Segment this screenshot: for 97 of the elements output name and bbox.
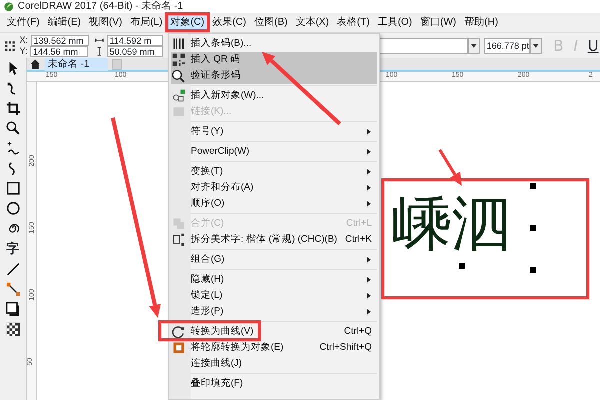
- coordinate-field[interactable]: 139.562 mm: [30, 34, 89, 46]
- zoom-icon[interactable]: [6, 121, 20, 136]
- coordinate-field[interactable]: 144.56 mm: [30, 46, 88, 56]
- shortcut-label: Ctrl+Shift+Q: [320, 340, 372, 355]
- menu-option-label: PowerClip(W): [191, 144, 250, 159]
- menu-option[interactable]: 转换为曲线(V) Ctrl+Q: [171, 324, 377, 340]
- freehand-icon[interactable]: [6, 141, 20, 156]
- submenu-arrow-icon: [367, 149, 371, 155]
- menu-option-label: 链接(K)...: [191, 104, 232, 119]
- menu-option[interactable]: 变换(T): [171, 164, 377, 180]
- transparency-icon[interactable]: [6, 322, 20, 337]
- menu-item[interactable]: 视图(V): [86, 15, 126, 30]
- position-icon: [4, 38, 16, 52]
- highlight-frame: [165, 12, 210, 32]
- menu-option-label: 合并(C): [191, 216, 224, 231]
- shortcut-label: Ctrl+K: [345, 232, 372, 247]
- submenu-arrow-icon: [367, 185, 371, 191]
- dropdown-button[interactable]: [468, 38, 480, 54]
- menu-option-label: 连接曲线(J): [191, 356, 242, 371]
- menu-option-label: 顺序(O): [191, 196, 225, 211]
- dropdown-button[interactable]: [530, 38, 542, 54]
- insert-object-icon: [172, 89, 186, 103]
- menu-item[interactable]: 表格(T): [334, 15, 373, 30]
- menu-option[interactable]: 顺序(O): [171, 196, 377, 212]
- menu-item[interactable]: 位图(B): [251, 15, 291, 30]
- menu-option-label: 插入条码(B)...: [191, 36, 252, 51]
- menu-option[interactable]: 符号(Y): [171, 124, 377, 140]
- menu-option-label: 转换为曲线(V): [191, 324, 254, 339]
- calligraphy-text: 嵊泗: [392, 194, 512, 254]
- crop-icon[interactable]: [6, 101, 20, 116]
- menu-item[interactable]: 窗口(W): [417, 15, 460, 30]
- shortcut-label: Ctrl+L: [346, 216, 372, 231]
- menu-option[interactable]: 组合(G): [171, 252, 377, 268]
- ellipse-icon[interactable]: [6, 201, 20, 216]
- menu-item[interactable]: 文本(X): [292, 15, 332, 30]
- submenu-arrow-icon: [367, 169, 371, 175]
- home-icon[interactable]: [30, 58, 41, 70]
- size-field[interactable]: 114.592 m: [106, 34, 163, 46]
- menu-option-label: 造形(P): [191, 304, 224, 319]
- menu-item[interactable]: 布局(L): [127, 15, 166, 30]
- annotation-arrow: [438, 149, 462, 186]
- menu-option-label: 变换(T): [191, 164, 224, 179]
- menu-option-label: 隐藏(H): [191, 272, 224, 287]
- menu-option-label: 验证条形码: [191, 68, 241, 83]
- line-icon[interactable]: [6, 262, 20, 277]
- menu-option-label: 锁定(L): [191, 288, 223, 303]
- menu-option[interactable]: 连接曲线(J): [171, 356, 377, 372]
- submenu-arrow-icon: [367, 293, 371, 299]
- menu-option[interactable]: 叠印填充(F): [171, 376, 377, 392]
- menu-option[interactable]: 隐藏(H): [171, 272, 377, 288]
- style-button[interactable]: U: [586, 36, 600, 54]
- menu-option[interactable]: 插入条码(B)...: [171, 36, 377, 52]
- menu-option-label: 插入新对象(W)...: [191, 88, 264, 103]
- menu-option-label: 符号(Y): [191, 124, 224, 139]
- menu-option-label: 叠印填充(F): [191, 376, 244, 391]
- submenu-arrow-icon: [367, 201, 371, 207]
- menu-option[interactable]: 造形(P): [171, 304, 377, 320]
- qr-code-icon: [172, 53, 186, 67]
- menu-item[interactable]: 工具(O): [374, 15, 416, 30]
- connector-icon[interactable]: [6, 282, 20, 297]
- shadow-icon[interactable]: [6, 302, 20, 317]
- menu-option-label: 对齐和分布(A): [191, 180, 254, 195]
- window-title: CorelDRAW 2017 (64-Bit) - 未命名 -1: [18, 0, 184, 14]
- app-logo-icon: [4, 2, 14, 12]
- menu-item[interactable]: 文件(F): [4, 15, 43, 30]
- menu-option[interactable]: PowerClip(W): [171, 144, 377, 160]
- menu-item[interactable]: 帮助(H): [462, 15, 502, 30]
- submenu-arrow-icon: [367, 257, 371, 263]
- split-icon: [172, 233, 186, 247]
- menu-option[interactable]: 插入新对象(W)...: [171, 88, 377, 104]
- size-field[interactable]: 50.059 mm: [106, 46, 163, 56]
- menu-option[interactable]: 验证条形码: [171, 68, 377, 84]
- menu-item[interactable]: 对象(C): [168, 15, 208, 30]
- submenu-arrow-icon: [367, 277, 371, 283]
- menu-option[interactable]: 插入 QR 码: [171, 52, 377, 68]
- menu-item[interactable]: 编辑(E): [44, 15, 84, 30]
- menu-option[interactable]: 将轮廓转换为对象(E) Ctrl+Shift+Q: [171, 340, 377, 356]
- convert-curve-icon: [172, 325, 186, 339]
- menu-option[interactable]: 拆分美术字: 楷体 (常规) (CHC)(B) Ctrl+K: [171, 232, 377, 248]
- menu-option-label: 将轮廓转换为对象(E): [191, 340, 284, 355]
- combine-icon: [172, 217, 186, 231]
- submenu-arrow-icon: [367, 309, 371, 315]
- menu-option-label: 拆分美术字: 楷体 (常规) (CHC)(B): [191, 232, 338, 247]
- menu-option-label: 插入 QR 码: [191, 52, 241, 67]
- shortcut-label: Ctrl+Q: [344, 324, 372, 339]
- coordinate-label: Y:: [20, 46, 28, 56]
- submenu-arrow-icon: [367, 129, 371, 135]
- menu-option[interactable]: 对齐和分布(A): [171, 180, 377, 196]
- magnifier-icon: [172, 69, 186, 83]
- menu-option-label: 组合(G): [191, 252, 225, 267]
- menu-item[interactable]: 效果(C): [210, 15, 250, 30]
- document-tab[interactable]: 未命名 -1: [45, 58, 108, 70]
- text-tool-button[interactable]: 字: [6, 241, 20, 257]
- barcode-icon: [172, 37, 186, 51]
- rectangle-icon[interactable]: [6, 181, 20, 196]
- menu-option[interactable]: 锁定(L): [171, 288, 377, 304]
- coordinate-label: X:: [20, 34, 28, 46]
